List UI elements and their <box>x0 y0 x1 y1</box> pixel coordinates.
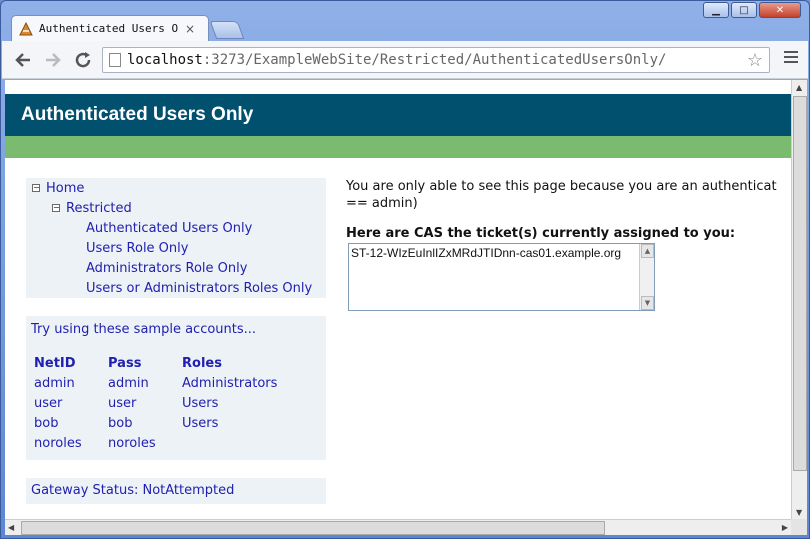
message-line-2: == admin) <box>346 196 418 211</box>
scroll-up-icon[interactable]: ▲ <box>641 244 654 258</box>
tree-item-users-or-administrators[interactable]: Users or Administrators Roles Only <box>86 281 312 296</box>
scroll-left-icon[interactable]: ◀ <box>8 523 14 532</box>
horizontal-scrollbar[interactable]: ◀ ▶ <box>5 519 791 535</box>
collapse-restricted-icon[interactable]: − <box>52 204 60 212</box>
page-icon <box>109 53 121 67</box>
favicon-icon <box>19 21 33 35</box>
tree-item-users-role-only[interactable]: Users Role Only <box>86 241 188 256</box>
close-window-button[interactable]: ✕ <box>759 2 801 18</box>
message-line-1: You are only able to see this page becau… <box>346 179 777 194</box>
bookmark-star-icon[interactable]: ☆ <box>747 50 763 71</box>
table-cell: admin <box>108 376 149 391</box>
page-title: Authenticated Users Only <box>21 104 254 125</box>
table-cell: Users <box>182 416 219 431</box>
table-cell: user <box>108 396 137 411</box>
back-icon[interactable] <box>12 49 34 71</box>
ticket-scrollbar[interactable]: ▲ ▼ <box>639 244 654 310</box>
address-bar[interactable]: localhost:3273/ExampleWebSite/Restricted… <box>102 47 770 73</box>
vertical-scrollbar[interactable]: ▲ ▼ <box>791 80 807 519</box>
gateway-status-box: Gateway Status: NotAttempted <box>26 478 326 504</box>
ticket-textarea[interactable]: ST-12-WIzEuInlIZxMRdJTIDnn-cas01.example… <box>348 243 655 311</box>
table-cell: user <box>34 396 63 411</box>
tree-item-restricted[interactable]: Restricted <box>66 201 132 216</box>
table-cell: Users <box>182 396 219 411</box>
tree-item-administrators-role-only[interactable]: Administrators Role Only <box>86 261 247 276</box>
ticket-label: Here are CAS the ticket(s) currently ass… <box>346 226 736 241</box>
browser-toolbar: localhost:3273/ExampleWebSite/Restricted… <box>2 41 808 79</box>
table-cell: noroles <box>34 436 82 451</box>
tab-title: Authenticated Users Onl <box>39 22 179 35</box>
accounts-intro: Try using these sample accounts... <box>31 322 257 337</box>
column-header-netid: NetID <box>34 356 76 371</box>
collapse-home-icon[interactable]: − <box>32 184 40 192</box>
accent-bar <box>5 136 791 158</box>
table-cell: bob <box>34 416 59 431</box>
column-header-roles: Roles <box>182 356 222 371</box>
sample-accounts-box: Try using these sample accounts... NetID… <box>26 316 326 460</box>
tree-item-home[interactable]: Home <box>46 181 84 196</box>
forward-icon[interactable] <box>42 49 64 71</box>
minimize-button[interactable]: ▁ <box>703 2 729 18</box>
scroll-down-icon[interactable]: ▼ <box>641 296 654 310</box>
scroll-up-icon[interactable]: ▲ <box>796 83 802 92</box>
maximize-button[interactable]: □ <box>731 2 757 18</box>
window-controls: ▁ □ ✕ <box>703 2 801 18</box>
gateway-status: Gateway Status: NotAttempted <box>31 483 235 498</box>
column-header-pass: Pass <box>108 356 142 371</box>
browser-window: ▁ □ ✕ Authenticated Users Onl × localhos… <box>0 0 810 539</box>
vertical-scroll-thumb[interactable] <box>793 96 807 471</box>
table-cell: Administrators <box>182 376 278 391</box>
site-header: Authenticated Users Only <box>5 94 791 136</box>
tree-item-authenticated-users-only[interactable]: Authenticated Users Only <box>86 221 252 236</box>
table-cell: admin <box>34 376 75 391</box>
page-viewport: Authenticated Users Only − Home − Restri… <box>5 80 791 519</box>
scrollbar-corner <box>791 519 807 535</box>
browser-tab[interactable]: Authenticated Users Onl × <box>11 15 209 41</box>
url-text: localhost:3273/ExampleWebSite/Restricted… <box>127 52 667 68</box>
menu-icon[interactable] <box>784 51 798 65</box>
ticket-value: ST-12-WIzEuInlIZxMRdJTIDnn-cas01.example… <box>351 246 622 260</box>
scroll-right-icon[interactable]: ▶ <box>782 523 788 532</box>
horizontal-scroll-thumb[interactable] <box>21 521 605 535</box>
main-message: You are only able to see this page becau… <box>346 178 791 212</box>
scroll-down-icon[interactable]: ▼ <box>796 508 802 517</box>
reload-icon[interactable] <box>72 49 94 71</box>
table-cell: bob <box>108 416 133 431</box>
tab-close-icon[interactable]: × <box>185 22 195 36</box>
nav-tree: − Home − Restricted Authenticated Users … <box>26 178 326 298</box>
new-tab-button[interactable] <box>209 21 245 39</box>
table-cell: noroles <box>108 436 156 451</box>
